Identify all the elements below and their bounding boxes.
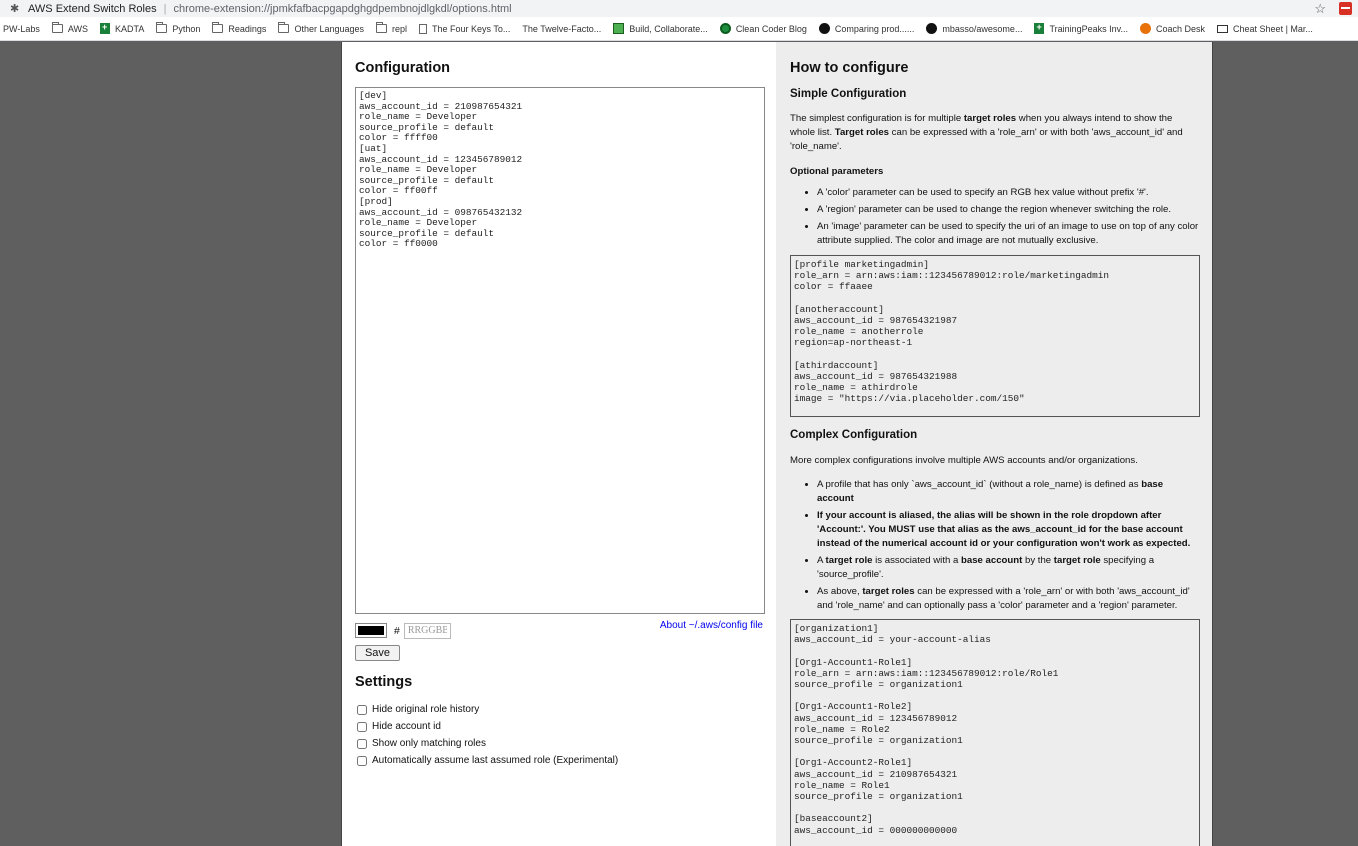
sheet-icon xyxy=(1034,22,1045,34)
folder-icon xyxy=(51,22,63,33)
color-picker[interactable] xyxy=(355,623,387,638)
bookmark-item[interactable]: Build, Collaborate... xyxy=(613,23,708,34)
optional-params-list: A 'color' parameter can be used to speci… xyxy=(790,186,1199,248)
bookmark-item[interactable]: Other Languages xyxy=(278,22,364,34)
gh-icon xyxy=(926,23,938,34)
hide-account-id-checkbox[interactable] xyxy=(357,721,367,732)
bookmark-item[interactable]: Comparing prod...... xyxy=(818,23,915,34)
complex-config-heading: Complex Configuration xyxy=(790,429,918,441)
list-item: If your account is aliased, the alias wi… xyxy=(817,509,1199,551)
setting-label: Hide account id xyxy=(372,721,441,732)
bookmark-item[interactable]: Cheat Sheet | Mar... xyxy=(1217,24,1313,34)
color-row: # About ~/.aws/config file xyxy=(355,620,763,639)
bookmark-label: Comparing prod...... xyxy=(834,23,915,34)
extension-button-icon[interactable] xyxy=(1339,2,1352,15)
bookmark-label: AWS xyxy=(67,23,89,34)
folder-icon xyxy=(156,22,168,33)
auto-assume-checkbox[interactable] xyxy=(357,755,367,766)
color-swatch xyxy=(358,626,384,635)
browser-title-bar: ✱ AWS Extend Switch Roles | chrome-exten… xyxy=(0,0,1358,17)
bookmark-label: repl xyxy=(392,23,408,34)
bookmark-item[interactable]: Python xyxy=(156,22,201,34)
show-matching-checkbox[interactable] xyxy=(357,738,367,749)
gh-icon xyxy=(818,23,830,34)
cheat-icon xyxy=(1217,24,1229,33)
build-icon xyxy=(613,23,625,34)
setting-label: Hide original role history xyxy=(372,704,480,715)
config-textarea[interactable] xyxy=(355,87,765,614)
optional-params-heading: Optional parameters xyxy=(790,166,884,177)
hash-label: # xyxy=(394,624,400,637)
hide-history-checkbox[interactable] xyxy=(357,704,367,715)
bookmark-label: The Twelve-Facto... xyxy=(522,23,602,34)
list-item: A 'color' parameter can be used to speci… xyxy=(817,186,1199,200)
complex-config-list: A profile that has only `aws_account_id`… xyxy=(790,478,1199,613)
sheet-icon xyxy=(100,22,111,34)
bookmark-label: KADTA xyxy=(115,23,145,34)
bookmark-item[interactable]: TrainingPeaks Inv... xyxy=(1034,22,1128,34)
simple-config-intro: The simplest configuration is for multip… xyxy=(790,113,1183,152)
tab-title[interactable]: AWS Extend Switch Roles xyxy=(28,3,157,15)
options-page: Configuration # About ~/.aws/config file… xyxy=(341,42,1213,846)
bookmark-label: PW-Labs xyxy=(3,23,40,34)
complex-config-intro: More complex configurations involve mult… xyxy=(790,455,1138,466)
hex-color-input[interactable] xyxy=(403,622,451,639)
bookmark-item[interactable]: The Twelve-Facto... xyxy=(522,24,601,34)
coach-icon xyxy=(1140,23,1151,34)
list-item: An 'image' parameter can be used to spec… xyxy=(817,220,1199,248)
folder-icon xyxy=(212,22,224,33)
setting-show-matching[interactable]: Show only matching roles xyxy=(355,735,763,752)
bookmark-item[interactable]: PW-Labs xyxy=(3,24,40,34)
bookmark-label: Clean Coder Blog xyxy=(735,23,807,34)
complex-config-example: [organization1] aws_account_id = your-ac… xyxy=(790,619,1200,846)
setting-auto-assume[interactable]: Automatically assume last assumed role (… xyxy=(355,752,763,769)
save-button[interactable]: Save xyxy=(355,645,400,661)
bookmark-label: Cheat Sheet | Mar... xyxy=(1233,23,1313,34)
bookmark-label: mbasso/awesome... xyxy=(942,23,1023,34)
bookmarks-bar: PW-Labs AWS KADTA Python Readings Other Langu… xyxy=(0,17,1358,41)
setting-label: Show only matching roles xyxy=(372,738,486,749)
bookmark-label: Python xyxy=(172,23,201,34)
bookmark-label: Readings xyxy=(228,23,267,34)
config-column: Configuration # About ~/.aws/config file… xyxy=(341,42,776,846)
list-item: A 'region' parameter can be used to chan… xyxy=(817,203,1199,217)
bookmark-label: The Four Keys To... xyxy=(432,23,511,34)
address-bar[interactable]: chrome-extension://jpmkfafbacpgapdghgdpe… xyxy=(173,3,511,15)
setting-label: Automatically assume last assumed role (… xyxy=(372,755,619,766)
bookmark-item[interactable]: KADTA xyxy=(100,22,145,34)
bookmark-label: Other Languages xyxy=(294,23,364,34)
setting-hide-history[interactable]: Hide original role history xyxy=(355,701,763,718)
list-item: As above, target roles can be expressed … xyxy=(817,585,1199,613)
help-column: How to configure Simple Configuration Th… xyxy=(776,42,1213,846)
config-heading: Configuration xyxy=(355,60,451,76)
bookmark-star-icon[interactable]: ☆ xyxy=(1314,1,1326,17)
bookmark-label: Coach Desk xyxy=(1156,23,1206,34)
bookmark-item[interactable]: Coach Desk xyxy=(1140,23,1205,34)
about-config-link[interactable]: About ~/.aws/config file xyxy=(660,620,763,631)
bookmark-item[interactable]: Clean Coder Blog xyxy=(719,23,807,34)
bookmark-label: TrainingPeaks Inv... xyxy=(1049,23,1128,34)
folder-icon xyxy=(278,22,290,33)
simple-config-heading: Simple Configuration xyxy=(790,88,907,100)
bookmark-item[interactable]: The Four Keys To... xyxy=(419,23,511,34)
list-item: A target role is associated with a base … xyxy=(817,554,1199,582)
bookmark-item[interactable]: AWS xyxy=(51,22,89,34)
bookmark-item[interactable]: Readings xyxy=(212,22,267,34)
simple-config-example: [profile marketingadmin] role_arn = arn:… xyxy=(790,255,1200,417)
folder-icon xyxy=(376,22,387,33)
doc-icon xyxy=(419,23,428,34)
setting-hide-account-id[interactable]: Hide account id xyxy=(355,718,763,735)
bookmark-item[interactable]: mbasso/awesome... xyxy=(926,23,1022,34)
list-item: A profile that has only `aws_account_id`… xyxy=(817,478,1199,506)
settings-heading: Settings xyxy=(355,674,413,690)
bookmark-item[interactable]: repl xyxy=(376,22,408,34)
extension-icon: ✱ xyxy=(10,2,20,15)
green-icon xyxy=(719,23,731,34)
title-separator: | xyxy=(163,2,167,15)
bookmark-label: Build, Collaborate... xyxy=(629,23,708,34)
help-heading: How to configure xyxy=(790,60,909,76)
